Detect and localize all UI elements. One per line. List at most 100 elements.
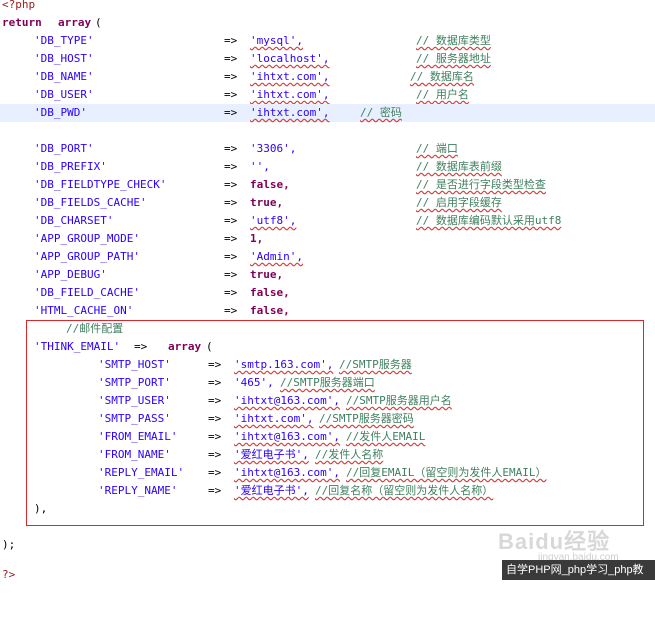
mail-config-key: 'REPLY_EMAIL' xyxy=(98,466,185,479)
config-key: 'DB_PWD' xyxy=(34,106,87,119)
arrow-operator: => xyxy=(224,106,238,119)
array-close: ); xyxy=(2,538,16,551)
config-entry: 'DB_TYPE' => 'mysql', // 数据库类型 xyxy=(0,32,655,50)
config-value: '', xyxy=(250,160,270,173)
mail-config-entry: 'REPLY_NAME' => '爱红电子书', //回复名称（留空则为发件人名称） xyxy=(0,482,655,500)
mail-config-comment: //回复EMAIL（留空则为发件人EMAIL） xyxy=(346,466,547,479)
arrow-operator: => xyxy=(224,268,238,281)
config-comment: // 端口 xyxy=(416,142,458,155)
config-entry: 'DB_FIELDTYPE_CHECK' => false, // 是否进行字段类型检… xyxy=(0,176,655,194)
config-key: 'APP_GROUP_MODE' xyxy=(34,232,140,245)
config-entry: 'APP_GROUP_PATH' => 'Admin', xyxy=(0,248,655,266)
config-key: 'APP_DEBUG' xyxy=(34,268,107,281)
arrow-operator: => xyxy=(208,394,222,407)
arrow-operator: => xyxy=(208,430,222,443)
arrow-operator: => xyxy=(224,304,238,317)
config-key: 'DB_HOST' xyxy=(34,52,94,65)
config-comment: // 数据库类型 xyxy=(416,34,491,47)
mail-config-value: 'ihtxt@163.com', xyxy=(234,430,340,443)
mail-config-comment: //发件人EMAIL xyxy=(346,430,426,443)
mail-config-value: 'ihtxt.com', xyxy=(234,412,314,425)
arrow-operator: => xyxy=(224,160,238,173)
config-value: 1, xyxy=(250,232,264,245)
mail-config-entry: 'REPLY_EMAIL' => 'ihtxt@163.com', //回复EMAIL… xyxy=(0,464,655,482)
array-keyword: array xyxy=(58,16,92,29)
config-key: 'APP_GROUP_PATH' xyxy=(34,250,140,263)
config-value: false, xyxy=(250,178,290,191)
config-entry: 'HTML_CACHE_ON' => false, xyxy=(0,302,655,320)
config-entry: 'DB_USER' => 'ihtxt.com', // 用户名 xyxy=(0,86,655,104)
arrow-operator: => xyxy=(224,196,238,209)
config-value: 'ihtxt.com', xyxy=(250,106,330,119)
think-email-key: 'THINK_EMAIL' xyxy=(34,340,121,353)
code-editor[interactable]: <?php return array ( 'DB_TYPE' => 'mysql',… xyxy=(0,0,655,581)
config-value: false, xyxy=(250,286,290,299)
config-value: '3306', xyxy=(250,142,297,155)
return-keyword: return xyxy=(2,16,42,29)
mail-config-value: 'ihtxt@163.com', xyxy=(234,466,340,479)
mail-config-comment: //回复名称（留空则为发件人名称） xyxy=(315,484,494,497)
config-key: 'DB_FIELDS_CACHE' xyxy=(34,196,147,209)
config-comment: // 密码 xyxy=(360,106,402,119)
config-comment: // 数据库表前缀 xyxy=(416,160,502,173)
arrow-operator: => xyxy=(224,250,238,263)
mail-config-key: 'SMTP_HOST' xyxy=(98,358,171,371)
config-key: 'DB_NAME' xyxy=(34,70,94,83)
config-entry: 'DB_HOST' => 'localhost', // 服务器地址 xyxy=(0,50,655,68)
config-value: 'Admin', xyxy=(250,250,303,263)
config-entry: 'DB_PWD' => 'ihtxt.com', // 密码 xyxy=(0,104,655,122)
mail-config-entry: 'SMTP_HOST' => 'smtp.163.com', //SMTP服务器 xyxy=(0,356,655,374)
config-value: 'localhost', xyxy=(250,52,330,65)
config-entry: 'DB_FIELDS_CACHE' => true, // 启用字段缓存 xyxy=(0,194,655,212)
config-key: 'DB_PREFIX' xyxy=(34,160,107,173)
arrow-operator: => xyxy=(208,484,222,497)
config-value: true, xyxy=(250,268,284,281)
config-key: 'DB_FIELD_CACHE' xyxy=(34,286,140,299)
mail-config-value: 'ihtxt@163.com', xyxy=(234,394,340,407)
config-key: 'DB_TYPE' xyxy=(34,34,94,47)
baidu-watermark: Baidu经验 jingyan.baidu.com xyxy=(498,524,619,563)
paren-open: ( xyxy=(206,340,213,353)
arrow-operator: => xyxy=(224,178,238,191)
arrow-operator: => xyxy=(208,466,222,479)
arrow-operator: => xyxy=(224,286,238,299)
config-comment: // 用户名 xyxy=(416,88,469,101)
config-entry: 'DB_FIELD_CACHE' => false, xyxy=(0,284,655,302)
arrow-operator: => xyxy=(224,232,238,245)
mail-array-close: ), xyxy=(34,502,48,515)
arrow-operator: => xyxy=(224,88,238,101)
code-line: <?php xyxy=(0,0,655,14)
mail-comment: //邮件配置 xyxy=(66,322,124,335)
mail-config-value: '爱红电子书', xyxy=(234,484,309,497)
code-line: 'THINK_EMAIL' => array ( xyxy=(0,338,655,356)
code-line: //邮件配置 xyxy=(0,320,655,338)
mail-config-key: 'SMTP_USER' xyxy=(98,394,171,407)
config-entry: 'APP_DEBUG' => true, xyxy=(0,266,655,284)
arrow-operator: => xyxy=(224,142,238,155)
mail-config-entry: 'SMTP_USER' => 'ihtxt@163.com', //SMTP服务器用户… xyxy=(0,392,655,410)
mail-config-comment: //发件人名称 xyxy=(315,448,384,461)
code-line: ), xyxy=(0,500,655,518)
mail-config-entry: 'SMTP_PORT' => '465', //SMTP服务器端口 xyxy=(0,374,655,392)
arrow-operator: => xyxy=(208,412,222,425)
arrow-operator: => xyxy=(208,376,222,389)
config-comment: // 服务器地址 xyxy=(416,52,491,65)
config-key: 'DB_FIELDTYPE_CHECK' xyxy=(34,178,167,191)
config-entry: 'DB_CHARSET' => 'utf8', // 数据库编码默认采用utf8 xyxy=(0,212,655,230)
mail-config-comment: //SMTP服务器密码 xyxy=(319,412,414,425)
arrow-operator: => xyxy=(208,448,222,461)
config-entry: 'DB_PREFIX' => '', // 数据库表前缀 xyxy=(0,158,655,176)
mail-config-key: 'FROM_NAME' xyxy=(98,448,171,461)
mail-config-value: '爱红电子书', xyxy=(234,448,309,461)
mail-config-comment: //SMTP服务器 xyxy=(339,358,412,371)
mail-config-key: 'FROM_EMAIL' xyxy=(98,430,178,443)
arrow-operator: => xyxy=(224,70,238,83)
config-comment: // 启用字段缓存 xyxy=(416,196,502,209)
mail-config-entry: 'FROM_NAME' => '爱红电子书', //发件人名称 xyxy=(0,446,655,464)
mail-config-value: '465', xyxy=(234,376,274,389)
code-line: return array ( xyxy=(0,14,655,32)
php-close-tag: ?> xyxy=(2,568,16,581)
paren-open: ( xyxy=(95,16,102,29)
site-footer-banner[interactable]: 自学PHP网_php学习_php教 xyxy=(502,560,655,580)
config-comment: // 数据库编码默认采用utf8 xyxy=(416,214,562,227)
